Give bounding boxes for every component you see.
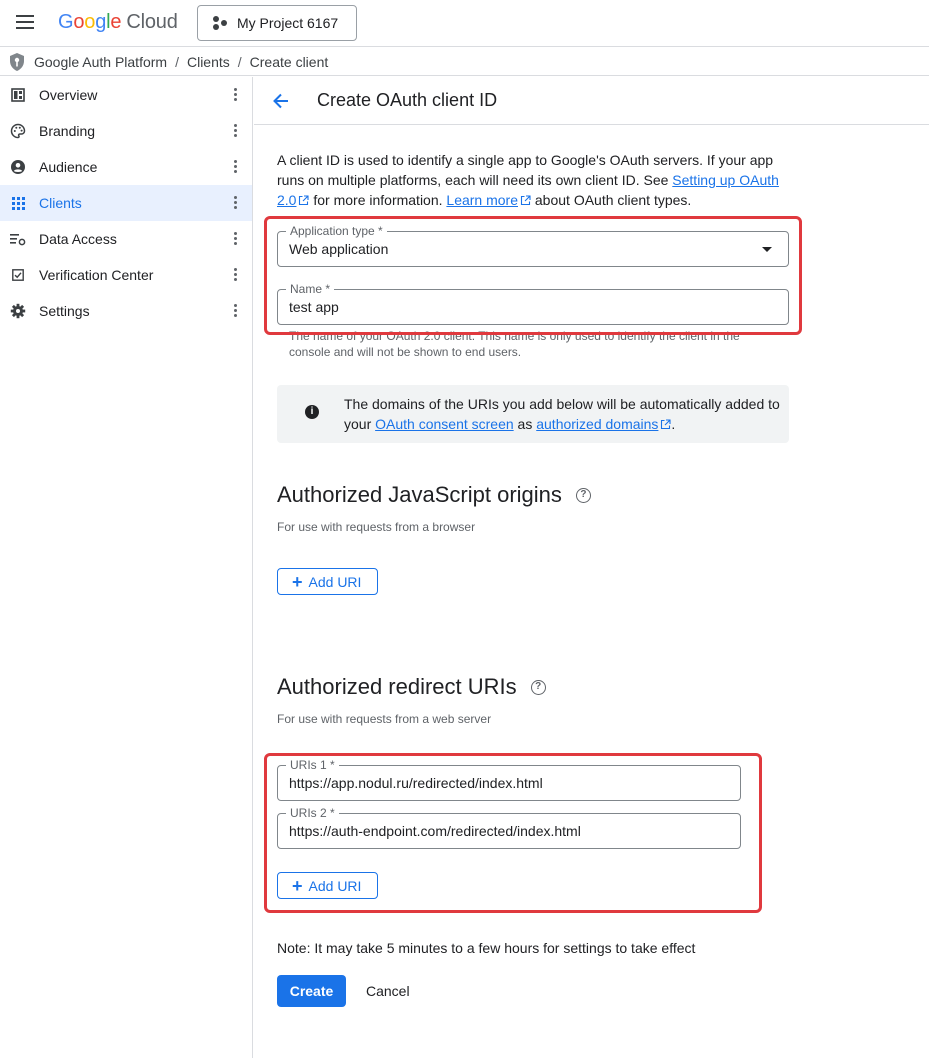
- sidebar-item-label: Clients: [39, 195, 82, 211]
- more-vert-icon[interactable]: [234, 304, 238, 318]
- add-uri-label: Add URI: [308, 877, 362, 894]
- create-button[interactable]: Create: [277, 975, 346, 1007]
- page-title: Create OAuth client ID: [317, 90, 498, 110]
- project-picker-button[interactable]: My Project 6167: [197, 5, 357, 41]
- redirect-uri-2-input[interactable]: URIs 2 * https://auth-endpoint.com/redir…: [277, 806, 741, 849]
- more-vert-icon[interactable]: [234, 232, 238, 246]
- redirect-uri-1-value: https://app.nodul.ru/redirected/index.ht…: [289, 775, 543, 791]
- add-js-origin-button[interactable]: + Add URI: [277, 568, 378, 595]
- breadcrumb-auth-platform[interactable]: Google Auth Platform: [34, 54, 167, 70]
- sidebar-item-verification-center[interactable]: Verification Center: [0, 257, 252, 293]
- palette-icon: [10, 123, 26, 139]
- name-value: test app: [289, 299, 339, 315]
- breadcrumb: Google Auth Platform / Clients / Create …: [0, 48, 929, 76]
- info-banner: i The domains of the URIs you add below …: [277, 385, 789, 443]
- project-icon: [212, 15, 228, 31]
- plus-icon: +: [292, 571, 303, 592]
- learn-more-link[interactable]: Learn more: [446, 192, 518, 208]
- add-uri-label: Add URI: [308, 573, 362, 590]
- application-type-select[interactable]: Application type * Web application: [277, 224, 789, 267]
- settings-note: Note: It may take 5 minutes to a few hou…: [277, 940, 696, 956]
- sidebar-item-overview[interactable]: Overview: [0, 77, 252, 113]
- sidebar-item-clients[interactable]: Clients: [0, 185, 252, 221]
- authorized-domains-link[interactable]: authorized domains: [536, 416, 658, 432]
- js-origins-title: Authorized JavaScript origins: [277, 482, 562, 507]
- checkbox-icon: [10, 267, 26, 283]
- more-vert-icon[interactable]: [234, 196, 238, 210]
- sidebar-item-label: Overview: [39, 87, 98, 103]
- more-vert-icon[interactable]: [234, 160, 238, 174]
- redirect-uri-1-label: URIs 1 *: [286, 758, 339, 772]
- redirect-uri-2-value: https://auth-endpoint.com/redirected/ind…: [289, 823, 581, 839]
- apps-grid-icon: [10, 195, 26, 211]
- sidebar-item-data-access[interactable]: Data Access: [0, 221, 252, 257]
- breadcrumb-separator: /: [175, 53, 179, 70]
- redirect-uri-1-input[interactable]: URIs 1 * https://app.nodul.ru/redirected…: [277, 758, 741, 801]
- google-cloud-logo[interactable]: Google Cloud: [58, 11, 178, 34]
- shield-icon: [10, 52, 24, 71]
- person-icon: [10, 159, 26, 175]
- page-header: Create OAuth client ID: [254, 77, 929, 125]
- intro-text: A client ID is used to identify a single…: [277, 150, 789, 210]
- more-vert-icon[interactable]: [234, 88, 238, 102]
- menu-icon[interactable]: [16, 15, 34, 29]
- breadcrumb-create-client: Create client: [249, 53, 329, 70]
- gear-icon: [10, 303, 26, 319]
- data-settings-icon: [10, 231, 26, 247]
- name-helper-text: The name of your OAuth 2.0 client. This …: [289, 329, 740, 359]
- intro-text-part: for more information.: [309, 192, 447, 208]
- more-vert-icon[interactable]: [234, 124, 238, 138]
- dashboard-icon: [10, 87, 26, 103]
- redirect-uris-heading: Authorized redirect URIs ?: [277, 674, 546, 700]
- oauth-consent-screen-link[interactable]: OAuth consent screen: [375, 416, 514, 432]
- sidebar-item-label: Data Access: [39, 231, 117, 247]
- add-redirect-uri-button[interactable]: + Add URI: [277, 872, 378, 899]
- sidebar-item-label: Settings: [39, 303, 90, 319]
- main-content: Create OAuth client ID A client ID is us…: [254, 77, 929, 1058]
- back-arrow-icon[interactable]: [272, 92, 290, 110]
- info-text-part: .: [671, 416, 676, 432]
- breadcrumb-separator: /: [237, 53, 242, 70]
- application-type-value: Web application: [289, 241, 389, 257]
- sidebar-item-label: Branding: [39, 123, 96, 139]
- external-link-icon: [661, 419, 671, 430]
- dropdown-arrow-icon: [762, 247, 772, 252]
- sidebar-item-label: Verification Center: [39, 267, 154, 283]
- application-type-label: Application type *: [286, 224, 387, 238]
- info-icon: i: [305, 405, 319, 419]
- info-text-part: as: [513, 416, 537, 432]
- sidebar-item-settings[interactable]: Settings: [0, 293, 252, 329]
- sidebar-item-audience[interactable]: Audience: [0, 149, 252, 185]
- name-label: Name *: [286, 282, 335, 296]
- more-vert-icon[interactable]: [234, 268, 238, 282]
- intro-text-part: about OAuth client types.: [531, 192, 692, 208]
- project-name: My Project 6167: [237, 15, 339, 31]
- sidebar-item-branding[interactable]: Branding: [0, 113, 252, 149]
- help-icon[interactable]: ?: [575, 487, 591, 503]
- redirect-uri-2-label: URIs 2 *: [286, 806, 339, 820]
- js-origins-heading: Authorized JavaScript origins ?: [277, 482, 591, 508]
- plus-icon: +: [292, 875, 303, 896]
- help-icon[interactable]: ?: [530, 679, 546, 695]
- breadcrumb-clients[interactable]: Clients: [187, 54, 230, 70]
- top-bar: Google Cloud My Project 6167: [0, 0, 929, 47]
- name-input[interactable]: Name * test app: [277, 282, 789, 325]
- redirect-uris-subtitle: For use with requests from a web server: [277, 712, 492, 726]
- redirect-uris-title: Authorized redirect URIs: [277, 674, 517, 699]
- info-text: The domains of the URIs you add below wi…: [344, 394, 784, 434]
- cancel-button[interactable]: Cancel: [366, 975, 410, 1007]
- js-origins-subtitle: For use with requests from a browser: [277, 520, 476, 534]
- external-link-icon: [520, 195, 531, 206]
- external-link-icon: [299, 195, 310, 206]
- sidebar-item-label: Audience: [39, 159, 98, 175]
- sidebar: Overview Branding Audience Clients Data …: [0, 77, 253, 1058]
